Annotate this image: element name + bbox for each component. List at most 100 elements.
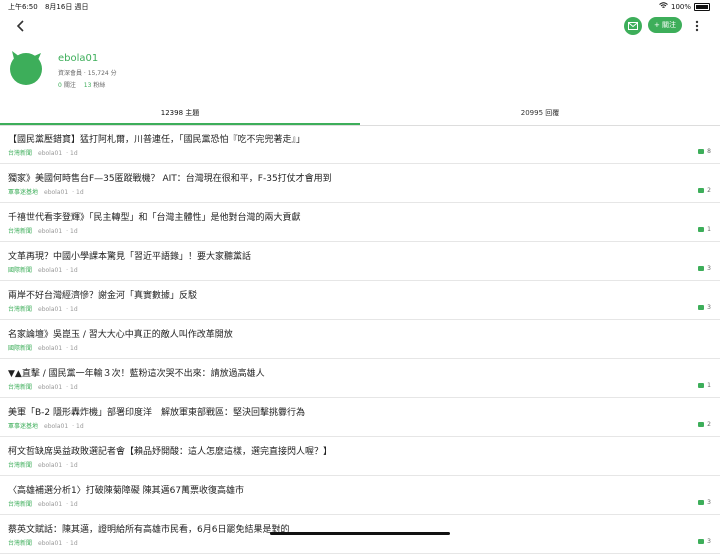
battery-percent: 100% [670, 2, 691, 11]
post-time-dot: · [66, 345, 69, 352]
post-meta: 台灣新聞 ebola01 · 1d [8, 226, 78, 235]
post-time-dot: · [66, 306, 69, 313]
reply-count: 8 [698, 148, 711, 155]
reply-count: 3 [698, 499, 711, 506]
comment-icon [698, 500, 705, 505]
post-forum[interactable]: 國際新聞 [8, 345, 32, 352]
post-time-dot: · [66, 462, 69, 469]
post-time-dot: · [66, 228, 69, 235]
post-time: 1d [70, 150, 78, 157]
post-forum[interactable]: 台灣新聞 [8, 501, 32, 508]
more-button[interactable] [690, 17, 704, 35]
following-count[interactable]: 0 [58, 82, 62, 89]
wifi-icon [659, 2, 668, 11]
post-row[interactable]: ▼▲直擊 / 國民黨一年輸３次！藍粉這次哭不出來：請放過高雄人台灣新聞 ebola… [0, 359, 720, 398]
reply-count-value: 2 [707, 187, 711, 194]
post-title[interactable]: 〈高雄補選分析1〉打破陳菊障礙 陳其邁67萬票收復高雄市 [8, 483, 244, 496]
reply-count: 3 [698, 265, 711, 272]
post-title[interactable]: 蔡英文賦話：陳其邁，證明給所有高雄市民看，6月6日罷免結果是對的 [8, 522, 289, 535]
reply-count-value: 3 [707, 538, 711, 545]
post-time: 1d [70, 228, 78, 235]
comment-icon [698, 266, 705, 271]
post-author: ebola01 [44, 423, 69, 430]
post-meta: 台灣新聞 ebola01 · 1d [8, 304, 78, 313]
post-row[interactable]: 千禧世代看李登輝》「民主轉型」和「台灣主體性」是他對台灣的兩大貢獻台灣新聞 ebo… [0, 203, 720, 242]
post-row[interactable]: 〈高雄補選分析1〉打破陳菊障礙 陳其邁67萬票收復高雄市 台灣新聞 ebola01 ·… [0, 476, 720, 515]
post-time: 1d [70, 462, 78, 469]
post-author: ebola01 [38, 228, 63, 235]
post-forum[interactable]: 台灣新聞 [8, 228, 32, 235]
post-forum[interactable]: 軍事迷基地 [8, 189, 38, 196]
post-author: ebola01 [38, 501, 63, 508]
post-title[interactable]: 【國民黨壓錯寶】猛打阿札爾，川普連任，「國民黨恐怕『吃不完兜著走』」 [8, 132, 305, 145]
post-row[interactable]: 柯文哲缺席吳益政敗選記者會【賴品妤開酸：這人怎麼這樣，選完直接閃人喔？】台灣新聞… [0, 437, 720, 476]
tab-replies[interactable]: 20995 回覆 [360, 102, 720, 124]
following-label[interactable]: 關注 [64, 82, 76, 89]
post-title[interactable]: ▼▲直擊 / 國民黨一年輸３次！藍粉這次哭不出來：請放過高雄人 [8, 366, 265, 379]
post-time-dot: · [72, 189, 75, 196]
post-meta: 台灣新聞 ebola01 · 1d [8, 382, 78, 391]
reply-count-value: 3 [707, 499, 711, 506]
mail-icon [628, 22, 638, 30]
post-meta: 國際新聞 ebola01 · 1d [8, 343, 78, 352]
post-title[interactable]: 獨家》美國何時售台F—35匿蹤戰機？ AIT：台灣現在很和平，F-35打仗才會用… [8, 171, 332, 184]
post-time-dot: · [66, 540, 69, 547]
post-meta: 軍事迷基地 ebola01 · 1d [8, 421, 84, 430]
post-meta: 國際新聞 ebola01 · 1d [8, 265, 78, 274]
post-row[interactable]: 文革再現？中國小學課本驚見「習近平語錄」！要大家聽黨話國際新聞 ebola01 · … [0, 242, 720, 281]
post-row[interactable]: 名家論壇》吳崑玉 / 習大大心中真正的敵人叫作改革開放國際新聞 ebola01 · … [0, 320, 720, 359]
back-button[interactable] [12, 17, 30, 35]
post-forum[interactable]: 台灣新聞 [8, 384, 32, 391]
username[interactable]: ebola01 [58, 53, 98, 64]
post-meta: 台灣新聞 ebola01 · 1d [8, 148, 78, 157]
tab-topics[interactable]: 12398 主題 [0, 102, 360, 124]
post-title[interactable]: 名家論壇》吳崑玉 / 習大大心中真正的敵人叫作改革開放 [8, 327, 233, 340]
message-button[interactable] [624, 17, 642, 35]
post-author: ebola01 [38, 462, 63, 469]
post-forum[interactable]: 軍事迷基地 [8, 423, 38, 430]
battery-icon [694, 2, 710, 11]
post-title[interactable]: 千禧世代看李登輝》「民主轉型」和「台灣主體性」是他對台灣的兩大貢獻 [8, 210, 301, 223]
post-title[interactable]: 美軍「B-2 隱形轟炸機」部署印度洋 解放軍東部戰區：堅決回擊挑釁行為 [8, 405, 305, 418]
follow-button[interactable]: + 關注 [648, 17, 682, 33]
post-forum[interactable]: 台灣新聞 [8, 306, 32, 313]
status-left: 上午6:50 8月16日 週日 [8, 2, 94, 12]
post-title[interactable]: 柯文哲缺席吳益政敗選記者會【賴品妤開酸：這人怎麼這樣，選完直接閃人喔？】 [8, 444, 332, 457]
post-row[interactable]: 獨家》美國何時售台F—35匿蹤戰機？ AIT：台灣現在很和平，F-35打仗才會用… [0, 164, 720, 203]
home-indicator[interactable] [270, 532, 450, 535]
comment-icon [698, 383, 705, 388]
post-forum[interactable]: 台灣新聞 [8, 462, 32, 469]
post-forum[interactable]: 國際新聞 [8, 267, 32, 274]
post-time: 1d [76, 189, 84, 196]
comment-icon [698, 305, 705, 310]
tab-bar: 12398 主題 20995 回覆 [0, 102, 720, 126]
more-vert-icon [695, 20, 699, 32]
followers-count[interactable]: 13 [84, 82, 92, 89]
post-time-dot: · [66, 267, 69, 274]
post-time: 1d [70, 267, 78, 274]
post-author: ebola01 [38, 384, 63, 391]
post-author: ebola01 [44, 189, 69, 196]
post-row[interactable]: 兩岸不好台灣經濟慘？謝金河「真實數據」反駁台灣新聞 ebola01 · 1d 3 [0, 281, 720, 320]
post-time: 1d [70, 540, 78, 547]
post-meta: 軍事迷基地 ebola01 · 1d [8, 187, 84, 196]
post-author: ebola01 [38, 540, 63, 547]
post-time-dot: · [66, 150, 69, 157]
followers-label[interactable]: 粉絲 [93, 82, 105, 89]
post-forum[interactable]: 台灣新聞 [8, 540, 32, 547]
post-forum[interactable]: 台灣新聞 [8, 150, 32, 157]
reply-count: 2 [698, 421, 711, 428]
post-title[interactable]: 文革再現？中國小學課本驚見「習近平語錄」！要大家聽黨話 [8, 249, 251, 262]
post-row[interactable]: 【國民黨壓錯寶】猛打阿札爾，川普連任，「國民黨恐怕『吃不完兜著走』」台灣新聞 eb… [0, 125, 720, 164]
post-row[interactable]: 美軍「B-2 隱形轟炸機」部署印度洋 解放軍東部戰區：堅決回擊挑釁行為軍事迷基地… [0, 398, 720, 437]
reply-count-value: 3 [707, 304, 711, 311]
nav-bar: + 關注 [0, 12, 720, 40]
comment-icon [698, 149, 705, 154]
post-title[interactable]: 兩岸不好台灣經濟慘？謝金河「真實數據」反駁 [8, 288, 197, 301]
post-time: 1d [70, 306, 78, 313]
comment-icon [698, 188, 705, 193]
post-meta: 台灣新聞 ebola01 · 1d [8, 538, 78, 547]
post-time: 1d [70, 501, 78, 508]
status-date: 8月16日 週日 [44, 3, 89, 11]
profile-header: ebola01 資深會員 · 15,724 分 0 關注 13 粉絲 [0, 40, 720, 102]
